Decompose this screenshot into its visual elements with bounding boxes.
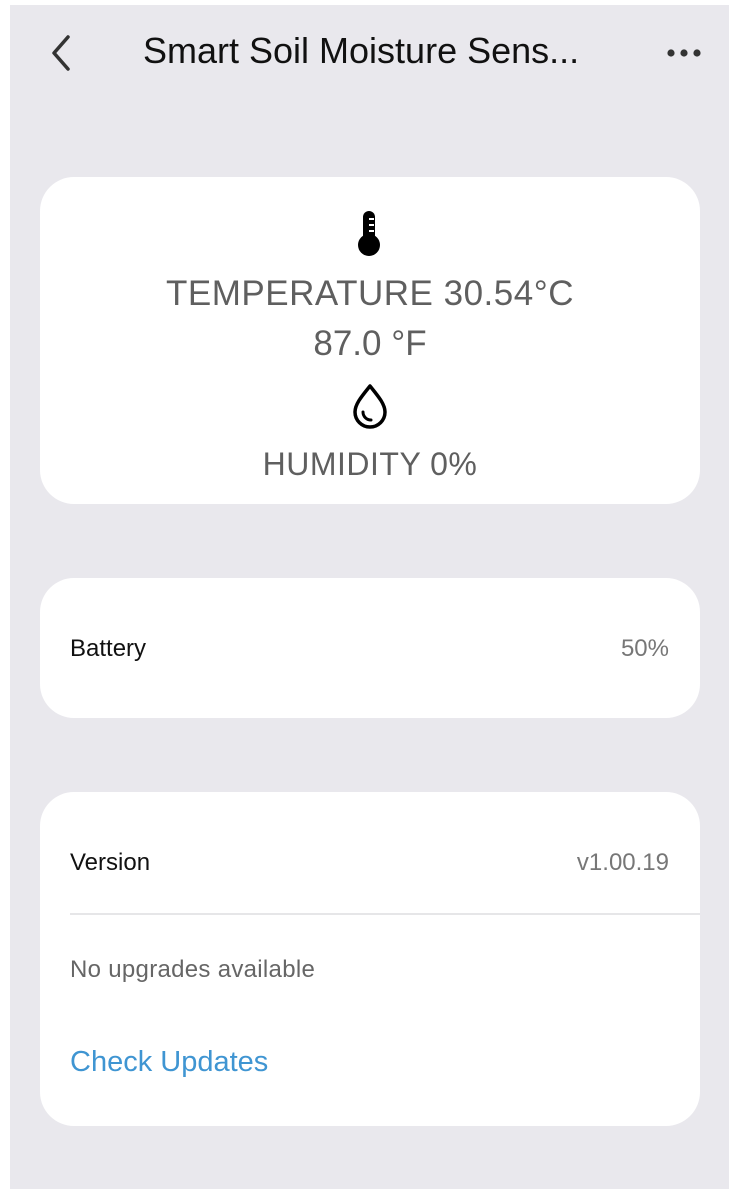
temperature-celsius: TEMPERATURE 30.54°C (166, 274, 574, 313)
more-options-button[interactable] (662, 33, 706, 73)
temperature-fahrenheit: 87.0 °F (313, 324, 427, 363)
humidity-reading: HUMIDITY 0% (262, 446, 478, 482)
divider (70, 913, 700, 915)
readings-card: TEMPERATURE 30.54°C 87.0 °F HUMIDITY 0% (40, 177, 700, 504)
more-horizontal-icon (667, 49, 701, 57)
battery-value: 50% (620, 635, 669, 662)
version-value: v1.00.19 (576, 849, 669, 876)
upgrade-status: No upgrades available (70, 956, 316, 983)
device-detail-screen: Smart Soil Moisture Sens... TEMPERATURE … (10, 5, 729, 1189)
version-card: Version v1.00.19 No upgrades available C… (40, 792, 700, 1126)
page-title: Smart Soil Moisture Sens... (143, 30, 580, 71)
thermometer-icon (358, 211, 380, 256)
navigation-header: Smart Soil Moisture Sens... (10, 5, 729, 97)
version-label: Version (70, 849, 151, 876)
chevron-left-icon (52, 35, 70, 71)
water-drop-icon (353, 384, 387, 429)
check-updates-link[interactable]: Check Updates (70, 1044, 268, 1080)
battery-card: Battery 50% (40, 578, 700, 718)
back-button[interactable] (44, 31, 84, 75)
battery-label: Battery (70, 635, 147, 662)
